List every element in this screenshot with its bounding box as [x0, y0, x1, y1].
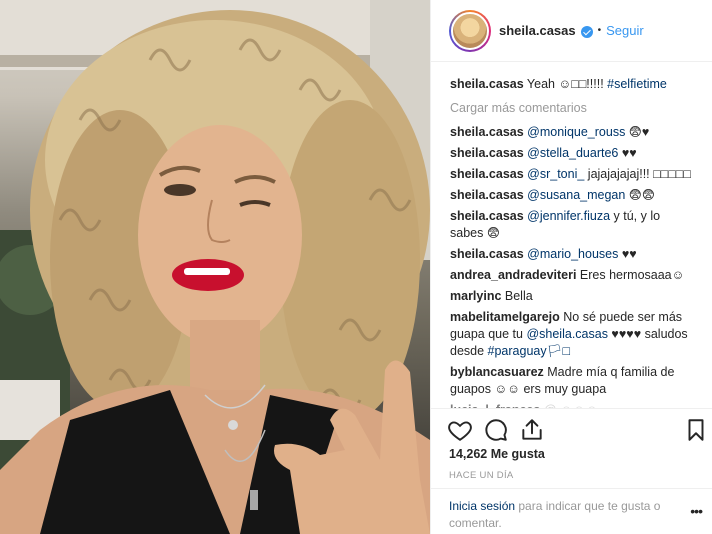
comment-item: sheila.casas @susana_megan 😨😨 [450, 187, 694, 204]
login-prompt: Inicia sesión para indicar que te gusta … [431, 488, 712, 532]
comment-item: sheila.casas @mario_houses ♥♥ [450, 246, 694, 263]
verified-badge-icon [580, 25, 593, 38]
post-photo[interactable] [0, 0, 430, 534]
comment-username[interactable]: sheila.casas [450, 125, 524, 139]
login-link[interactable]: Inicia sesión [449, 499, 515, 513]
comment-hashtag[interactable]: #paraguay🏳□ [488, 344, 571, 358]
more-options-icon[interactable]: ••• [690, 503, 703, 519]
comment-mention[interactable]: @sheila.casas [526, 327, 607, 341]
comment-username[interactable]: byblancasuarez [450, 365, 544, 379]
comment-username[interactable]: sheila.casas [450, 188, 524, 202]
heart-icon[interactable] [447, 417, 473, 443]
bookmark-icon[interactable] [683, 417, 709, 443]
post-side-panel: sheila.casas • Seguir sheila.casas Yeah … [430, 0, 712, 534]
comment-mention[interactable]: @mario_houses [527, 247, 618, 261]
avatar[interactable] [449, 9, 491, 52]
comment-item: byblancasuarez Madre mía q familia de gu… [450, 364, 694, 398]
comment-text: ♥♥ [618, 247, 637, 261]
post-header: sheila.casas • Seguir [431, 0, 712, 62]
comment-username[interactable]: sheila.casas [450, 167, 524, 181]
comment-item: sheila.casas @jennifer.fiuza y tú, y lo … [450, 208, 694, 242]
comments-list[interactable]: sheila.casas Yeah ☺□□!!!!! #selfietime C… [431, 62, 712, 408]
comment-username[interactable]: andrea_andradeviteri [450, 268, 576, 282]
header-username[interactable]: sheila.casas [499, 23, 576, 38]
comment-text: Bella [501, 289, 533, 303]
comment-item: sheila.casas @sr_toni_ jajajajajaj!!! □□… [450, 166, 694, 183]
comment-item: marlyinc Bella [450, 288, 694, 305]
comment-username[interactable]: sheila.casas [450, 247, 524, 261]
post-timestamp: HACE UN DÍA [449, 470, 514, 481]
comment-text: 😨♥ [625, 125, 650, 139]
caption-username[interactable]: sheila.casas [450, 77, 524, 91]
comment-mention[interactable]: @stella_duarte6 [527, 146, 618, 160]
post-caption: sheila.casas Yeah ☺□□!!!!! #selfietime [450, 76, 694, 93]
comment-bubble-icon[interactable] [483, 417, 509, 443]
caption-hashtag[interactable]: #selfietime [607, 77, 667, 91]
comment-mention[interactable]: @jennifer.fiuza [527, 209, 610, 223]
instagram-post: sheila.casas • Seguir sheila.casas Yeah … [0, 0, 712, 534]
comment-username[interactable]: sheila.casas [450, 209, 524, 223]
comment-item: sheila.casas @monique_rouss 😨♥ [450, 124, 694, 141]
caption-text: Yeah ☺□□!!!!! [526, 77, 608, 91]
comment-text: jajajajajaj!!! □□□□□ [584, 167, 691, 181]
avatar-image [451, 11, 489, 50]
load-more-comments-button[interactable]: Cargar más comentarios [450, 101, 694, 115]
comment-mention[interactable]: @monique_rouss [527, 125, 625, 139]
selfie-illustration [0, 0, 430, 534]
comment-mention[interactable]: @sr_toni_ [527, 167, 584, 181]
follow-button[interactable]: Seguir [606, 23, 644, 38]
separator-dot: • [597, 25, 602, 36]
comment-mention[interactable]: @susana_megan [527, 188, 625, 202]
comment-item: sheila.casas @stella_duarte6 ♥♥ [450, 145, 694, 162]
comment-text: Eres hermosaaa☺ [576, 268, 685, 282]
comment-username[interactable]: mabelitamelgarejo [450, 310, 560, 324]
comment-text: 😨😨 [625, 188, 655, 202]
action-bar [431, 408, 712, 448]
comment-text: ♥♥ [618, 146, 637, 160]
share-icon[interactable] [519, 417, 545, 443]
comment-item: mabelitamelgarejo No sé puede ser más gu… [450, 309, 694, 360]
likes-count[interactable]: 14,262 Me gusta [449, 447, 545, 461]
comment-item: andrea_andradeviteri Eres hermosaaa☺ [450, 267, 694, 284]
comment-username[interactable]: marlyinc [450, 289, 501, 303]
comment-username[interactable]: sheila.casas [450, 146, 524, 160]
